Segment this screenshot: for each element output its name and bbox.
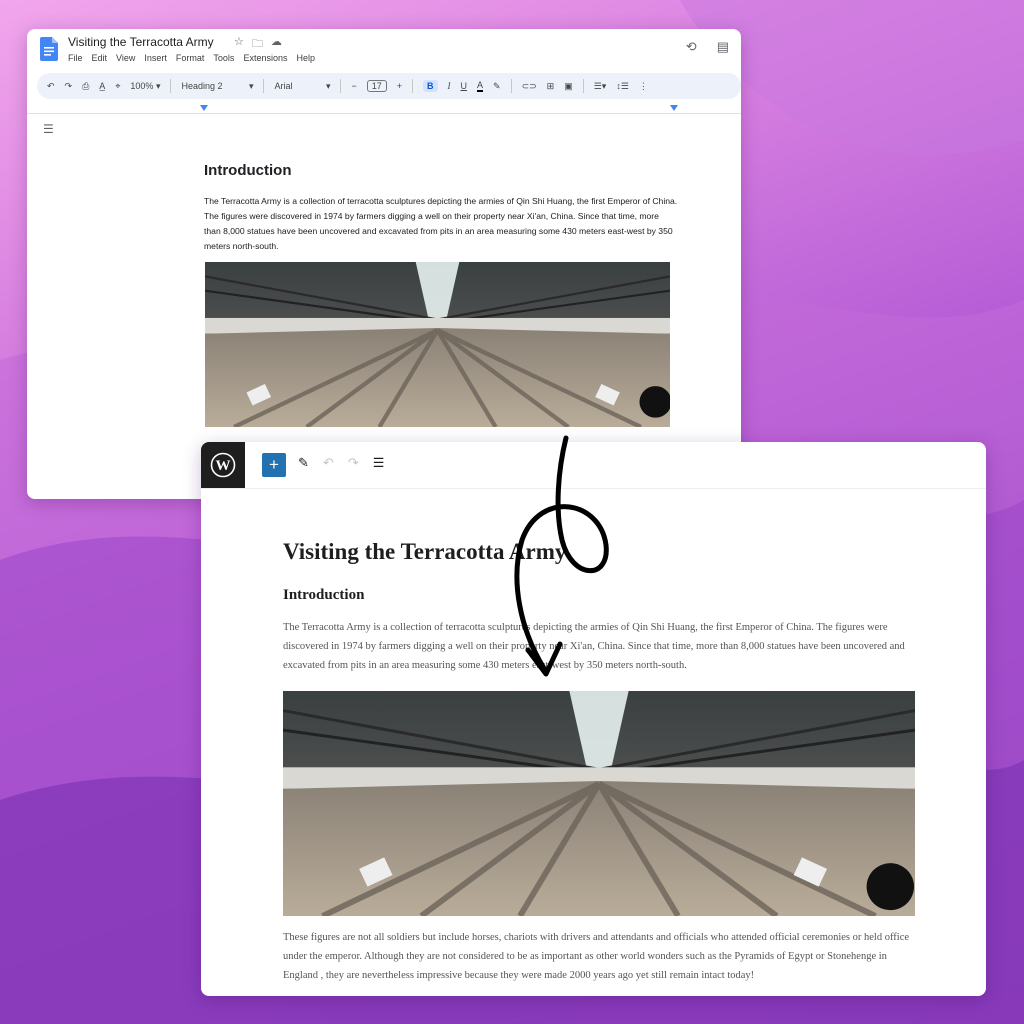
add-block-button[interactable]: +: [262, 453, 286, 477]
style-value: Heading 2: [181, 81, 223, 91]
font-size-increase-button[interactable]: +: [397, 81, 402, 91]
menu-tools[interactable]: Tools: [213, 53, 234, 63]
toolbar-divider: [510, 79, 512, 93]
terracotta-army-photo[interactable]: [205, 262, 670, 427]
bold-button[interactable]: B: [423, 80, 438, 92]
docs-paragraph[interactable]: The Terracotta Army is a collection of t…: [204, 194, 678, 254]
toolbar-divider: [340, 79, 342, 93]
post-heading[interactable]: Introduction: [283, 587, 364, 604]
folder-move-icon[interactable]: 🗀: [252, 35, 263, 54]
google-docs-window: Visiting the Terracotta Army ☆ 🗀 ☁ File …: [27, 29, 741, 499]
underline-button[interactable]: U: [461, 81, 468, 91]
edit-tool-icon[interactable]: ✎: [298, 455, 309, 471]
title-icons: ☆ 🗀 ☁: [234, 35, 282, 54]
menu-view[interactable]: View: [116, 53, 135, 63]
menu-extensions[interactable]: Extensions: [243, 53, 287, 63]
docs-toolbar: ↶ ↷ ⎙ A̲ ⌖ 100% ▾ Heading 2 ▾ Arial ▾ − 17…: [37, 73, 741, 99]
left-indent-marker[interactable]: [200, 105, 208, 111]
menu-file[interactable]: File: [68, 53, 83, 63]
redo-icon[interactable]: ↷: [65, 81, 73, 92]
italic-button[interactable]: I: [448, 81, 451, 91]
highlight-icon[interactable]: ✎: [493, 81, 501, 92]
insert-image-icon[interactable]: ▣: [564, 81, 573, 92]
undo-icon[interactable]: ↶: [47, 81, 55, 92]
ruler-line: [27, 113, 741, 114]
menu-bar: File Edit View Insert Format Tools Exten…: [68, 53, 315, 63]
document-title[interactable]: Visiting the Terracotta Army: [68, 35, 214, 49]
menu-insert[interactable]: Insert: [144, 53, 167, 63]
chevron-down-icon: ▾: [325, 80, 331, 91]
chevron-down-icon: ▾: [248, 80, 254, 91]
print-icon[interactable]: ⎙: [82, 81, 89, 92]
add-comment-icon[interactable]: ⊞: [547, 81, 555, 92]
zoom-select[interactable]: 100% ▾: [130, 81, 160, 92]
font-select[interactable]: Arial ▾: [274, 81, 330, 92]
star-icon[interactable]: ☆: [234, 35, 244, 54]
ruler: [27, 105, 741, 114]
font-value: Arial: [274, 81, 293, 91]
post-paragraph-2[interactable]: These figures are not all soldiers but i…: [283, 928, 913, 985]
post-paragraph-1[interactable]: The Terracotta Army is a collection of t…: [283, 618, 913, 675]
spellcheck-icon[interactable]: A̲: [99, 81, 105, 91]
cloud-status-icon[interactable]: ☁: [271, 35, 282, 54]
comments-icon[interactable]: ▤: [717, 39, 729, 55]
wordpress-logo-icon[interactable]: W: [201, 442, 245, 488]
line-spacing-icon[interactable]: ↕☰: [616, 81, 629, 92]
docs-heading[interactable]: Introduction: [204, 162, 291, 179]
document-overview-icon[interactable]: ☰: [373, 455, 385, 471]
toolbar-divider: [412, 79, 414, 93]
wordpress-toolbar: W + ✎ ↶ ↷ ☰: [201, 442, 986, 489]
document-outline-icon[interactable]: ☰: [43, 122, 54, 136]
text-color-button[interactable]: A: [477, 80, 484, 92]
font-size-decrease-button[interactable]: −: [351, 81, 356, 91]
terracotta-army-photo[interactable]: [283, 691, 915, 916]
link-icon[interactable]: ⊂⊃: [522, 81, 537, 92]
menu-edit[interactable]: Edit: [92, 53, 108, 63]
menu-help[interactable]: Help: [296, 53, 315, 63]
menu-format[interactable]: Format: [176, 53, 205, 63]
wordpress-editor-window: W + ✎ ↶ ↷ ☰ Visiting the Terracotta Army…: [201, 442, 986, 996]
redo-icon[interactable]: ↷: [348, 455, 359, 471]
toolbar-divider: [582, 79, 584, 93]
zoom-value: 100%: [130, 81, 154, 91]
right-indent-marker[interactable]: [670, 105, 678, 111]
more-options-icon[interactable]: ⋮: [639, 81, 648, 92]
wordpress-tool-icons: ✎ ↶ ↷ ☰: [298, 455, 384, 471]
style-select[interactable]: Heading 2 ▾: [181, 81, 253, 92]
undo-icon[interactable]: ↶: [323, 455, 334, 471]
version-history-icon[interactable]: ⟲: [686, 39, 697, 55]
post-title[interactable]: Visiting the Terracotta Army: [283, 539, 566, 565]
google-docs-logo-icon[interactable]: [40, 37, 58, 61]
align-icon[interactable]: ☰▾: [594, 81, 607, 92]
header-right-icons: ⟲ ▤: [686, 39, 729, 55]
toolbar-divider: [263, 79, 265, 93]
docs-header: Visiting the Terracotta Army ☆ 🗀 ☁ File …: [27, 29, 741, 73]
paint-format-icon[interactable]: ⌖: [115, 81, 120, 92]
font-size-input[interactable]: 17: [366, 80, 387, 92]
toolbar-divider: [170, 79, 172, 93]
svg-text:W: W: [216, 458, 231, 474]
chevron-down-icon: ▾: [155, 80, 161, 91]
